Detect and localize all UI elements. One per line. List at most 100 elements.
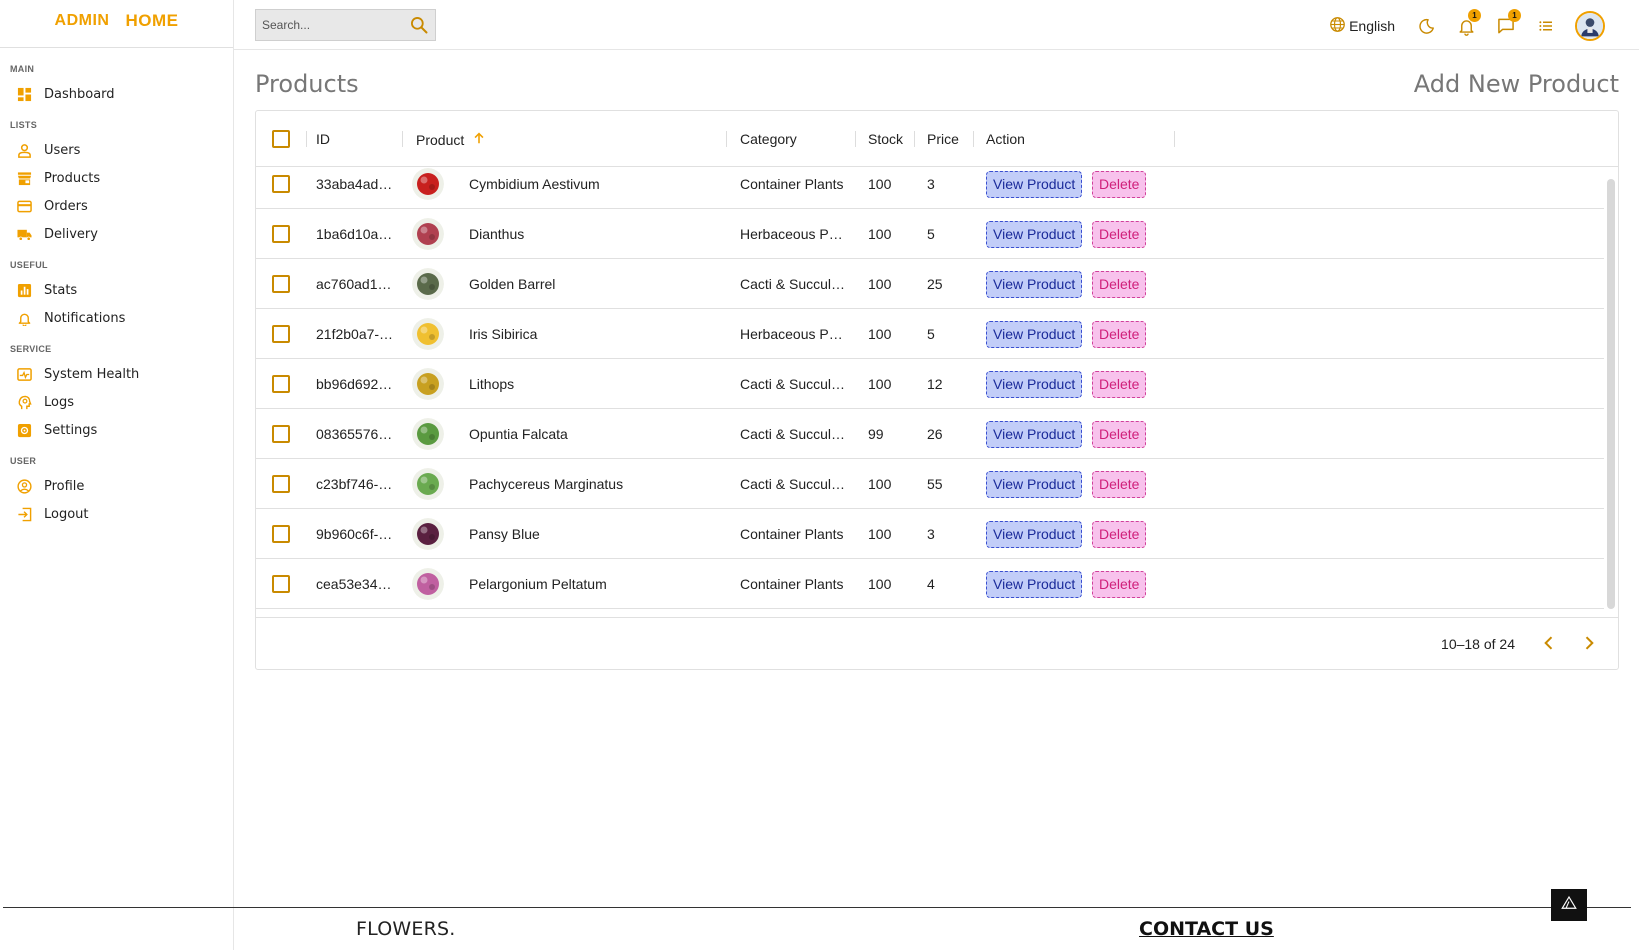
sidebar-item-profile[interactable]: Profile bbox=[0, 472, 233, 500]
sidebar-item-products[interactable]: Products bbox=[0, 164, 233, 192]
nav-section-title: LISTS bbox=[10, 120, 38, 130]
cell-product-name: Dianthus bbox=[469, 226, 525, 242]
delete-button[interactable]: Delete bbox=[1092, 471, 1147, 498]
row-checkbox[interactable] bbox=[272, 225, 290, 243]
table-row[interactable]: c23bf746-… Pachycereus Marginatus Cacti & … bbox=[256, 459, 1604, 509]
search-icon[interactable] bbox=[409, 15, 429, 35]
dark-mode-icon[interactable] bbox=[1415, 15, 1437, 37]
topbar: English 1 1 bbox=[234, 0, 1639, 50]
sidebar-item-system-health[interactable]: System Health bbox=[0, 360, 233, 388]
select-all-checkbox[interactable] bbox=[272, 130, 290, 148]
column-header-stock[interactable]: Stock bbox=[868, 131, 903, 147]
sidebar-item-label: Settings bbox=[44, 422, 98, 438]
view-product-button[interactable]: View Product bbox=[986, 521, 1083, 548]
delete-button[interactable]: Delete bbox=[1092, 521, 1147, 548]
sidebar-item-dashboard[interactable]: Dashboard bbox=[0, 80, 233, 108]
cell-category: Herbaceous P… bbox=[740, 326, 843, 342]
delete-button[interactable]: Delete bbox=[1092, 321, 1147, 348]
delete-button[interactable]: Delete bbox=[1092, 571, 1147, 598]
row-checkbox[interactable] bbox=[272, 425, 290, 443]
sidebar-item-logs[interactable]: Logs bbox=[0, 388, 233, 416]
cell-product-name: Pansy Blue bbox=[469, 526, 540, 542]
column-header-action: Action bbox=[986, 131, 1025, 147]
view-product-button[interactable]: View Product bbox=[986, 371, 1083, 398]
language-selector[interactable]: English bbox=[1329, 16, 1395, 36]
product-image bbox=[412, 318, 444, 350]
product-image bbox=[412, 268, 444, 300]
sidebar-item-orders[interactable]: Orders bbox=[0, 192, 233, 220]
column-header-id[interactable]: ID bbox=[316, 131, 330, 147]
row-checkbox[interactable] bbox=[272, 525, 290, 543]
table-row[interactable]: 9b960c6f-… Pansy Blue Container Plants 100 3… bbox=[256, 509, 1604, 559]
sidebar-item-delivery[interactable]: Delivery bbox=[0, 220, 233, 248]
table-row[interactable]: cea53e34… Pelargonium Peltatum Container P… bbox=[256, 559, 1604, 609]
nav-section-title: MAIN bbox=[10, 64, 35, 74]
cell-id: cea53e34… bbox=[316, 576, 392, 592]
cell-stock: 100 bbox=[868, 276, 892, 292]
messages-icon[interactable]: 1 bbox=[1495, 9, 1521, 37]
sidebar-item-label: Notifications bbox=[44, 310, 126, 326]
cell-category: Container Plants bbox=[740, 526, 844, 542]
view-product-button[interactable]: View Product bbox=[986, 271, 1083, 298]
search-input[interactable] bbox=[256, 18, 396, 32]
delete-button[interactable]: Delete bbox=[1092, 421, 1147, 448]
row-checkbox[interactable] bbox=[272, 375, 290, 393]
row-checkbox[interactable] bbox=[272, 275, 290, 293]
row-checkbox[interactable] bbox=[272, 575, 290, 593]
nav-section-title: USEFUL bbox=[10, 260, 48, 270]
add-new-product-link[interactable]: Add New Product bbox=[1414, 70, 1619, 98]
table-body[interactable]: 33aba4ad… Cymbidium Aestivum Container Pla… bbox=[256, 167, 1618, 619]
contact-us-link[interactable]: CONTACT US bbox=[1139, 918, 1274, 940]
view-product-button[interactable]: View Product bbox=[986, 471, 1083, 498]
previous-page-button[interactable] bbox=[1538, 632, 1560, 654]
delete-button[interactable]: Delete bbox=[1092, 221, 1147, 248]
sidebar: ADMIN HOME MAIN Dashboard LISTS Users Produc… bbox=[0, 0, 234, 950]
brand-logo[interactable]: ADMIN HOME bbox=[0, 0, 233, 48]
footer-logo[interactable]: FLOWERS. bbox=[356, 918, 456, 940]
view-product-button[interactable]: View Product bbox=[986, 321, 1083, 348]
user-avatar[interactable] bbox=[1575, 11, 1605, 41]
sidebar-item-users[interactable]: Users bbox=[0, 136, 233, 164]
scroll-top-button[interactable] bbox=[1551, 889, 1587, 921]
sidebar-item-notifications[interactable]: Notifications bbox=[0, 304, 233, 332]
footer-divider bbox=[3, 907, 1631, 908]
view-product-button[interactable]: View Product bbox=[986, 571, 1083, 598]
delete-button[interactable]: Delete bbox=[1092, 171, 1147, 198]
row-checkbox[interactable] bbox=[272, 175, 290, 193]
topbar-actions: English 1 1 bbox=[1329, 9, 1605, 41]
row-checkbox[interactable] bbox=[272, 325, 290, 343]
column-header-price[interactable]: Price bbox=[927, 131, 959, 147]
cell-id: 9b960c6f-… bbox=[316, 526, 393, 542]
next-page-button[interactable] bbox=[1578, 632, 1600, 654]
cell-price: 12 bbox=[927, 376, 943, 392]
account-circle-icon bbox=[17, 478, 32, 494]
column-header-product[interactable]: Product bbox=[416, 131, 486, 148]
row-checkbox[interactable] bbox=[272, 475, 290, 493]
sidebar-item-settings[interactable]: Settings bbox=[0, 416, 233, 444]
cell-category: Cacti & Succul… bbox=[740, 476, 846, 492]
cell-price: 5 bbox=[927, 226, 935, 242]
sort-ascending-icon[interactable] bbox=[472, 131, 486, 148]
table-row[interactable]: 08365576… Opuntia Falcata Cacti & Succul… 9… bbox=[256, 409, 1604, 459]
table-row[interactable]: 1ba6d10a… Dianthus Herbaceous P… 100 5 View P… bbox=[256, 209, 1604, 259]
delete-button[interactable]: Delete bbox=[1092, 371, 1147, 398]
list-menu-icon[interactable] bbox=[1535, 15, 1557, 37]
sidebar-item-label: Logout bbox=[44, 506, 89, 522]
vertical-scrollbar[interactable] bbox=[1607, 179, 1615, 609]
health-icon bbox=[17, 367, 32, 382]
delete-button[interactable]: Delete bbox=[1092, 271, 1147, 298]
table-row[interactable]: ac760ad1… Golden Barrel Cacti & Succul… 100… bbox=[256, 259, 1604, 309]
view-product-button[interactable]: View Product bbox=[986, 421, 1083, 448]
view-product-button[interactable]: View Product bbox=[986, 171, 1083, 198]
sidebar-item-label: System Health bbox=[44, 366, 140, 382]
table-row[interactable]: 33aba4ad… Cymbidium Aestivum Container Pla… bbox=[256, 167, 1604, 209]
notifications-bell-icon[interactable]: 1 bbox=[1455, 9, 1481, 37]
column-header-category[interactable]: Category bbox=[740, 131, 797, 147]
sidebar-item-logout[interactable]: Logout bbox=[0, 500, 233, 528]
cell-category: Cacti & Succul… bbox=[740, 426, 846, 442]
table-row[interactable]: bb96d692… Lithops Cacti & Succul… 100 12 View… bbox=[256, 359, 1604, 409]
table-row[interactable]: 21f2b0a7-… Iris Sibirica Herbaceous P… 100 5… bbox=[256, 309, 1604, 359]
view-product-button[interactable]: View Product bbox=[986, 221, 1083, 248]
sidebar-item-stats[interactable]: Stats bbox=[0, 276, 233, 304]
notifications-badge: 1 bbox=[1468, 9, 1481, 22]
